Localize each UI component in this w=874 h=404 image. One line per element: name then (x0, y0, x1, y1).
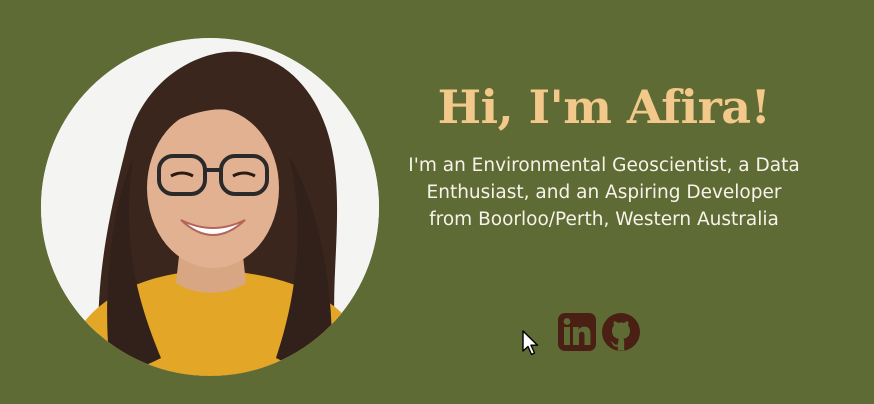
intro-block: Hi, I'm Afira! I'm an Environmental Geos… (394, 80, 814, 234)
linkedin-icon (558, 313, 596, 351)
github-icon (602, 313, 640, 351)
social-links (557, 312, 641, 352)
page-title: Hi, I'm Afira! (437, 80, 771, 134)
profile-photo-illustration (41, 38, 379, 376)
profile-photo (41, 38, 379, 376)
linkedin-link[interactable] (557, 312, 597, 352)
hero-section: Hi, I'm Afira! I'm an Environmental Geos… (0, 0, 874, 404)
bio-text: I'm an Environmental Geoscientist, a Dat… (408, 155, 800, 230)
github-link[interactable] (601, 312, 641, 352)
mouse-cursor-icon (522, 330, 539, 356)
